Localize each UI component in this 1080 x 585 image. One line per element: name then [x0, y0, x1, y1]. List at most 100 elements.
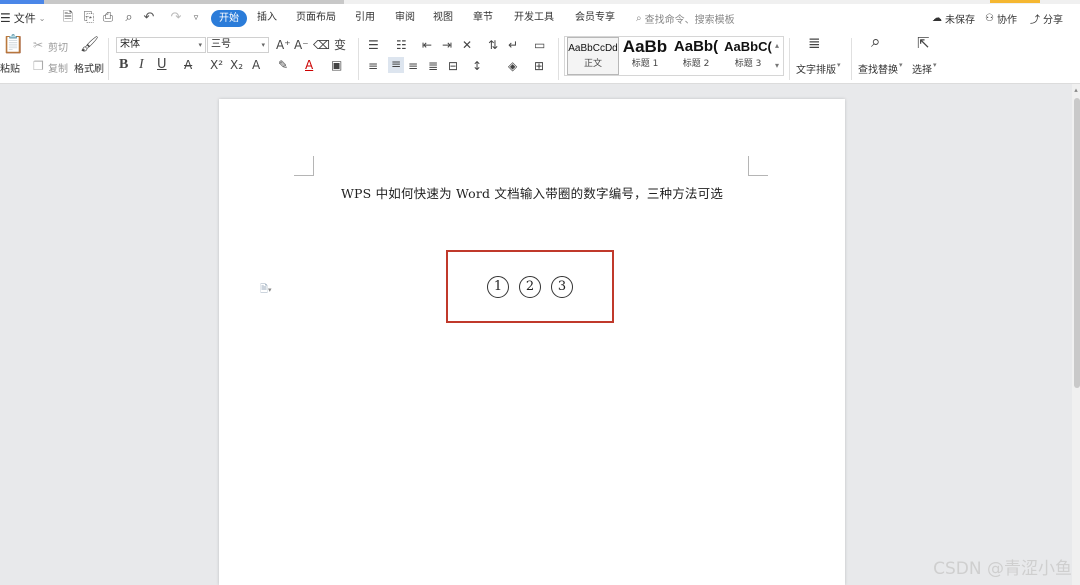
style-normal[interactable]: AaBbCcDd 正文 — [567, 37, 619, 75]
bold-icon[interactable]: B — [119, 58, 128, 72]
document-title[interactable]: WPS 中如何快速为 Word 文档输入带圈的数字编号，三种方法可选 — [219, 183, 845, 202]
collab-label: 协作 — [996, 15, 1017, 26]
show-marks-icon[interactable]: ↵ — [508, 38, 518, 52]
unsaved-label: 未保存 — [945, 15, 975, 26]
file-menu[interactable]: ☰ 文件 ⌄ — [0, 8, 45, 28]
chinese-layout-icon[interactable]: ✕ — [462, 38, 472, 52]
circled-number[interactable]: 1 — [487, 276, 509, 298]
char-border-icon[interactable]: ▣ — [331, 58, 342, 72]
tab-view[interactable]: 视图 — [433, 10, 453, 26]
ribbon: 📋 粘贴 ✂ 剪切 ❐ 复制 🖌 格式刷 宋体 ▾ 三号 ▾ A⁺ A⁻ ⌫ 变 B… — [0, 32, 1080, 84]
superscript-icon[interactable]: X² — [210, 58, 223, 72]
find-replace-label: 查找替换 — [858, 65, 898, 76]
styles-more-icon[interactable]: ▾ — [775, 59, 779, 73]
style-heading-1[interactable]: AaBb 标题 1 — [621, 37, 669, 75]
strikethrough-icon[interactable]: A — [184, 58, 192, 72]
clear-format-icon[interactable]: ⌫ — [313, 38, 330, 52]
align-center-icon[interactable]: ≡ — [388, 57, 404, 73]
decrease-indent-icon[interactable]: ⇤ — [422, 38, 432, 52]
customize-toolbar-icon[interactable]: ▿ — [188, 9, 204, 27]
print-preview-icon[interactable]: ⌕ — [121, 9, 137, 27]
document-icon: 🗎 — [260, 284, 269, 295]
cut-label: 剪切 — [48, 43, 68, 54]
share-label: 分享 — [1043, 15, 1063, 26]
increase-indent-icon[interactable]: ⇥ — [442, 38, 452, 52]
undo-icon[interactable]: ↶ — [141, 9, 157, 27]
circled-number[interactable]: 3 — [551, 276, 573, 298]
circled-numbers: 1 2 3 — [446, 276, 614, 298]
style-normal-sample: AaBbCcDd — [568, 43, 618, 54]
margin-corner-top-right — [748, 156, 768, 176]
style-heading-2-sample: AaBb( — [673, 38, 719, 55]
share-icon: ⤴ — [1030, 15, 1040, 26]
scroll-up-icon[interactable]: ▴ — [1072, 86, 1080, 94]
font-name-select[interactable]: 宋体 ▾ — [116, 37, 206, 53]
style-heading-2[interactable]: AaBb( 标题 2 — [671, 37, 721, 75]
style-heading-3[interactable]: AaBbC( 标题 3 — [723, 37, 773, 75]
justify-icon[interactable]: ≣ — [428, 59, 438, 73]
subscript-icon[interactable]: X₂ — [230, 58, 243, 72]
highlight-icon[interactable]: ✎ — [278, 58, 288, 72]
text-layout-label: 文字排版 — [796, 65, 836, 76]
font-size-select[interactable]: 三号 ▾ — [207, 37, 269, 53]
scissors-icon: ✂ — [33, 38, 44, 52]
margin-corner-top-left — [294, 156, 314, 176]
tab-home[interactable]: 开始 — [211, 10, 247, 27]
style-normal-label: 正文 — [583, 59, 602, 69]
italic-icon[interactable]: I — [139, 58, 144, 72]
font-shrink-icon[interactable]: A⁻ — [294, 38, 309, 52]
share-button[interactable]: ⤴ 分享 — [1030, 11, 1063, 26]
command-search[interactable]: ⌕ 查找命令、搜索模板 — [636, 11, 735, 26]
font-grow-icon[interactable]: A⁺ — [276, 38, 291, 52]
font-name-value: 宋体 — [120, 39, 140, 50]
ruler-icon[interactable]: ▭ — [534, 38, 545, 52]
tab-chapter[interactable]: 章节 — [473, 10, 493, 26]
bullet-list-icon[interactable]: ☰ — [368, 38, 379, 52]
chevron-down-icon: ▾ — [899, 61, 903, 69]
paragraph-handle[interactable]: 🗎▾ — [260, 282, 272, 299]
file-menu-label: 文件 — [13, 12, 36, 25]
export-pdf-icon[interactable]: ⎘ — [81, 9, 97, 27]
align-left-icon[interactable]: ≡ — [368, 59, 378, 73]
distributed-icon[interactable]: ⊟ — [448, 59, 458, 73]
phonetic-guide-icon[interactable]: 变 — [334, 38, 346, 52]
user-icon: ⚇ — [985, 13, 994, 24]
styles-scroll-up-icon[interactable]: ▴ — [775, 39, 779, 53]
clipboard-icon: 📋 — [2, 34, 25, 55]
unsaved-button[interactable]: ☁ 未保存 — [932, 11, 975, 26]
circled-number[interactable]: 2 — [519, 276, 541, 298]
align-right-icon[interactable]: ≡ — [408, 59, 418, 73]
tab-page-layout[interactable]: 页面布局 — [296, 10, 336, 26]
redo-icon[interactable]: ↷ — [168, 9, 184, 27]
style-heading-1-label: 标题 1 — [631, 59, 659, 69]
text-effect-icon[interactable]: A — [252, 58, 260, 72]
tab-member[interactable]: 会员专享 — [575, 10, 615, 26]
numbered-list-icon[interactable]: ☷ — [396, 38, 407, 52]
menu-bar: ☰ 文件 ⌄ 🗎 ⎘ ⎙ ⌕ ↶ ↷ ▿ 开始 插入 页面布局 引用 审阅 视图… — [0, 4, 1080, 32]
shading-icon[interactable]: ◈ — [508, 59, 517, 73]
paste-label: 粘贴 — [0, 64, 20, 75]
scroll-thumb[interactable] — [1074, 98, 1080, 388]
save-icon[interactable]: 🗎 — [60, 9, 76, 27]
line-spacing-icon[interactable]: ↕ — [472, 59, 482, 73]
cloud-icon: ☁ — [932, 13, 942, 24]
chevron-down-icon: ⌄ — [38, 13, 46, 23]
collab-button[interactable]: ⚇ 协作 — [985, 11, 1017, 26]
print-icon[interactable]: ⎙ — [100, 9, 116, 27]
chevron-down-icon: ▾ — [268, 286, 272, 294]
tab-review[interactable]: 审阅 — [395, 10, 415, 26]
tab-insert[interactable]: 插入 — [257, 10, 277, 26]
watermark: CSDN @青涩小鱼 — [933, 559, 1072, 579]
search-icon: ⌕ — [636, 13, 642, 24]
tab-developer[interactable]: 开发工具 — [514, 10, 554, 26]
underline-icon[interactable]: U — [157, 58, 167, 72]
font-size-value: 三号 — [211, 39, 231, 50]
brush-icon: 🖌 — [80, 35, 100, 53]
tab-references[interactable]: 引用 — [355, 10, 375, 26]
borders-icon[interactable]: ⊞ — [534, 59, 544, 73]
menu-icon: ☰ — [0, 11, 11, 25]
copy-label: 复制 — [48, 64, 68, 75]
font-color-icon[interactable]: A — [305, 58, 313, 72]
sort-icon[interactable]: ⇅ — [488, 38, 498, 52]
styles-gallery: AaBbCcDd 正文 AaBb 标题 1 AaBb( 标题 2 AaBbC( … — [564, 36, 784, 76]
